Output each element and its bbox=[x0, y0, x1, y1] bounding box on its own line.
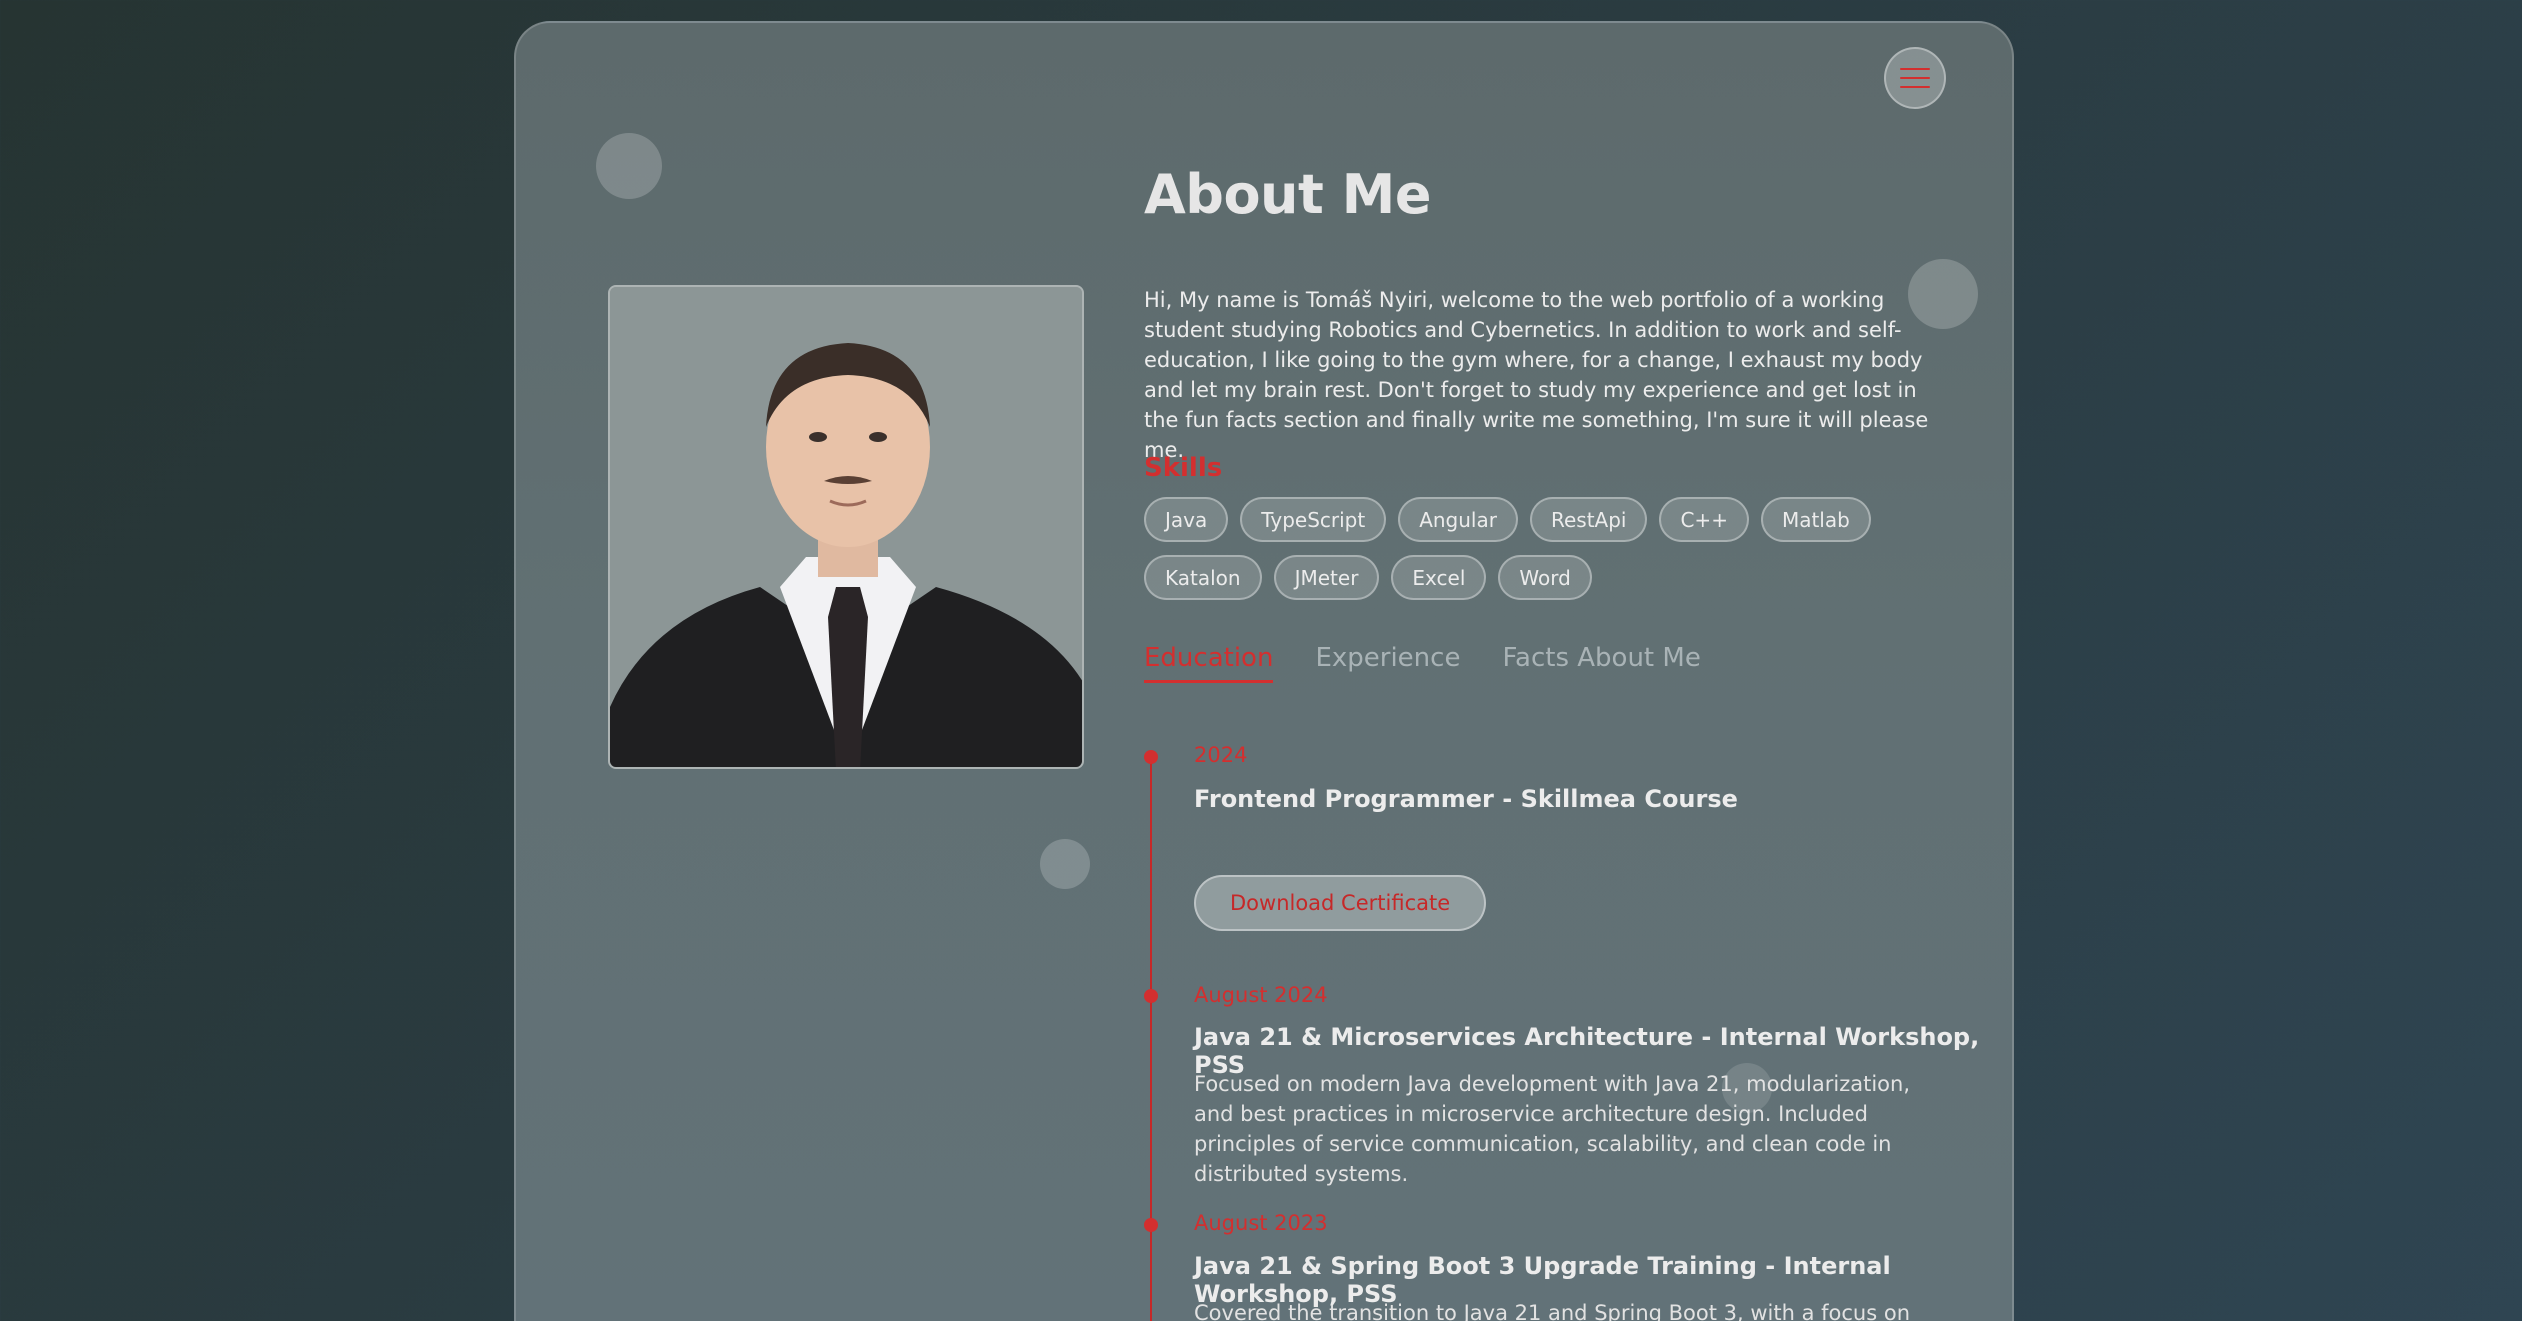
skill-chip: Katalon bbox=[1144, 555, 1262, 600]
page-title: About Me bbox=[1144, 163, 1431, 226]
skills-list: Java TypeScript Angular RestApi C++ Matl… bbox=[1144, 497, 1904, 600]
profile-photo bbox=[608, 285, 1084, 769]
hamburger-icon-line bbox=[1900, 86, 1930, 88]
portrait-illustration bbox=[610, 287, 1082, 767]
menu-button[interactable] bbox=[1884, 47, 1946, 109]
skill-chip: Excel bbox=[1391, 555, 1487, 600]
skill-chip: C++ bbox=[1659, 497, 1749, 542]
timeline-dot bbox=[1144, 1218, 1158, 1232]
skill-chip: TypeScript bbox=[1240, 497, 1387, 542]
timeline-line bbox=[1150, 753, 1152, 1321]
download-certificate-button[interactable]: Download Certificate bbox=[1194, 875, 1487, 931]
skill-chip: Java bbox=[1144, 497, 1229, 542]
skill-chip: JMeter bbox=[1273, 555, 1380, 600]
hamburger-icon bbox=[1900, 68, 1930, 70]
decorative-bubble bbox=[1040, 839, 1090, 889]
tab-facts-about-me[interactable]: Facts About Me bbox=[1502, 643, 1700, 683]
timeline-dot bbox=[1144, 750, 1158, 764]
section-tabs: Education Experience Facts About Me bbox=[1144, 643, 1701, 683]
tab-experience[interactable]: Experience bbox=[1315, 643, 1460, 683]
timeline-description: Focused on modern Java development with … bbox=[1194, 1072, 1911, 1186]
timeline-dot bbox=[1144, 989, 1158, 1003]
about-card: About Me Hi, My name is Tomáš Nyiri, wel… bbox=[514, 21, 2014, 1321]
timeline-date: August 2023 bbox=[1194, 1211, 1328, 1235]
skill-chip: Angular bbox=[1398, 497, 1518, 542]
timeline-date: 2024 bbox=[1194, 743, 1248, 767]
skill-chip: RestApi bbox=[1529, 497, 1648, 542]
decorative-bubble bbox=[596, 133, 662, 199]
skill-chip: Matlab bbox=[1760, 497, 1871, 542]
intro-text: Hi, My name is Tomáš Nyiri, welcome to t… bbox=[1144, 288, 1929, 462]
timeline-title: Frontend Programmer - Skillmea Course bbox=[1194, 785, 1738, 813]
tab-education[interactable]: Education bbox=[1144, 643, 1274, 683]
skills-heading: Skills bbox=[1144, 453, 1223, 483]
timeline-description: Covered the transition to Java 21 and Sp… bbox=[1194, 1301, 1910, 1321]
timeline-date: August 2024 bbox=[1194, 983, 1328, 1007]
hamburger-icon-line bbox=[1900, 77, 1930, 79]
skill-chip: Word bbox=[1498, 555, 1592, 600]
